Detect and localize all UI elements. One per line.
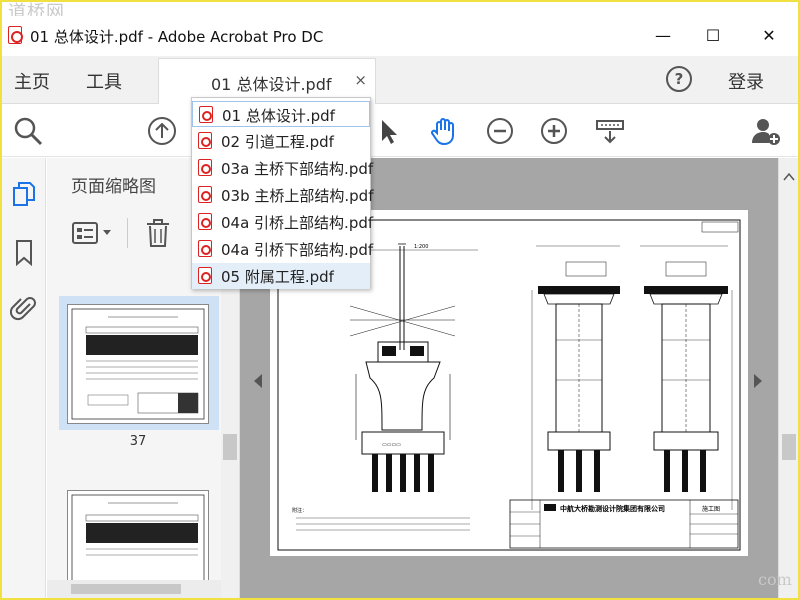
trash-icon[interactable]: [145, 218, 171, 248]
tab-home[interactable]: 主页: [14, 68, 50, 94]
upload-icon[interactable]: [146, 115, 178, 147]
attachment-icon[interactable]: [10, 294, 38, 322]
page-number-label: 37: [129, 434, 147, 449]
bookmark-icon[interactable]: [10, 238, 38, 266]
document-scrollbar[interactable]: [778, 158, 798, 598]
svg-text:▭▭▭▭: ▭▭▭▭: [382, 442, 401, 448]
scrollbar-thumb[interactable]: [71, 584, 181, 594]
zoom-out-icon[interactable]: [484, 115, 516, 147]
tab-bar: 主页 工具 01 总体设计.pdf × ? 登录: [2, 56, 798, 104]
svg-text:1:200: 1:200: [414, 244, 428, 250]
dropdown-item-label: 01 总体设计.pdf: [222, 107, 335, 125]
dropdown-item[interactable]: 02 引道工程.pdf: [192, 128, 370, 154]
dropdown-item[interactable]: 04a 引桥上部结构.pdf: [192, 209, 374, 235]
title-block-status: 施工图: [702, 505, 720, 513]
login-link[interactable]: 登录: [728, 68, 764, 94]
pdf-file-icon: [198, 159, 212, 176]
watermark-text: com: [758, 570, 792, 589]
previous-page-arrow-icon[interactable]: [252, 372, 264, 390]
zoom-in-icon[interactable]: [538, 115, 570, 147]
select-cursor-icon[interactable]: [372, 115, 404, 147]
maximize-button[interactable]: ☐: [698, 24, 728, 48]
pdf-file-icon: [198, 186, 212, 203]
scroll-up-icon[interactable]: [783, 172, 795, 182]
dropdown-item[interactable]: 01 总体设计.pdf: [192, 101, 370, 127]
scan-icon[interactable]: [594, 115, 626, 147]
next-page-arrow-icon[interactable]: [752, 372, 764, 390]
thumbnail-hscrollbar[interactable]: [47, 580, 221, 598]
toolbar: [2, 105, 798, 157]
pdf-file-icon: [199, 106, 213, 123]
tab-close-icon[interactable]: ×: [354, 71, 367, 89]
panel-title: 页面缩略图: [71, 177, 156, 197]
window-title: 01 总体设计.pdf - Adobe Acrobat Pro DC: [30, 28, 324, 46]
dropdown-item-label: 05 附属工程.pdf: [221, 268, 334, 286]
dropdown-item-label: 02 引道工程.pdf: [221, 133, 334, 151]
pages-icon[interactable]: [10, 180, 38, 208]
minimize-button[interactable]: —: [648, 24, 678, 48]
pdf-file-icon: [198, 267, 212, 284]
dropdown-item-label: 04a 引桥下部结构.pdf: [221, 241, 374, 259]
dropdown-item[interactable]: 04a 引桥下部结构.pdf: [192, 236, 374, 262]
page-thumbnail[interactable]: [67, 304, 209, 424]
title-bar: 01 总体设计.pdf - Adobe Acrobat Pro DC — ☐ ✕: [2, 16, 798, 56]
pdf-file-icon: [198, 132, 212, 149]
help-icon[interactable]: ?: [666, 66, 692, 92]
add-user-icon[interactable]: [750, 115, 782, 147]
dropdown-item[interactable]: 03b 主桥上部结构.pdf: [192, 182, 374, 208]
dropdown-item[interactable]: 05 附属工程.pdf: [192, 263, 370, 289]
scrollbar-thumb[interactable]: [782, 434, 796, 460]
dropdown-item[interactable]: 03a 主桥下部结构.pdf: [192, 155, 374, 181]
hand-icon[interactable]: [428, 115, 460, 147]
drawing-notes-title: 附注：: [292, 507, 307, 514]
acrobat-icon: [8, 26, 23, 44]
left-rail: [2, 158, 46, 598]
scrollbar-thumb[interactable]: [223, 434, 237, 460]
open-documents-dropdown: 01 总体设计.pdf 02 引道工程.pdf 03a 主桥下部结构.pdf 0…: [191, 97, 374, 289]
dropdown-item-label: 04a 引桥上部结构.pdf: [221, 214, 374, 232]
options-icon[interactable]: [71, 220, 115, 246]
title-block-company: 中航大桥勘测设计院集团有限公司: [560, 504, 665, 513]
pdf-file-icon: [198, 240, 212, 257]
dropdown-item-label: 03a 主桥下部结构.pdf: [221, 160, 374, 178]
toolbar-separator: [127, 218, 128, 248]
pdf-file-icon: [198, 213, 212, 230]
app-window: 道桥网 01 总体设计.pdf - Adobe Acrobat Pro DC —…: [0, 0, 800, 600]
close-button[interactable]: ✕: [754, 24, 784, 48]
dropdown-item-label: 03b 主桥上部结构.pdf: [221, 187, 374, 205]
tab-tools[interactable]: 工具: [86, 68, 122, 94]
search-icon[interactable]: [12, 115, 44, 147]
tab-document-label: 01 总体设计.pdf: [211, 75, 332, 94]
